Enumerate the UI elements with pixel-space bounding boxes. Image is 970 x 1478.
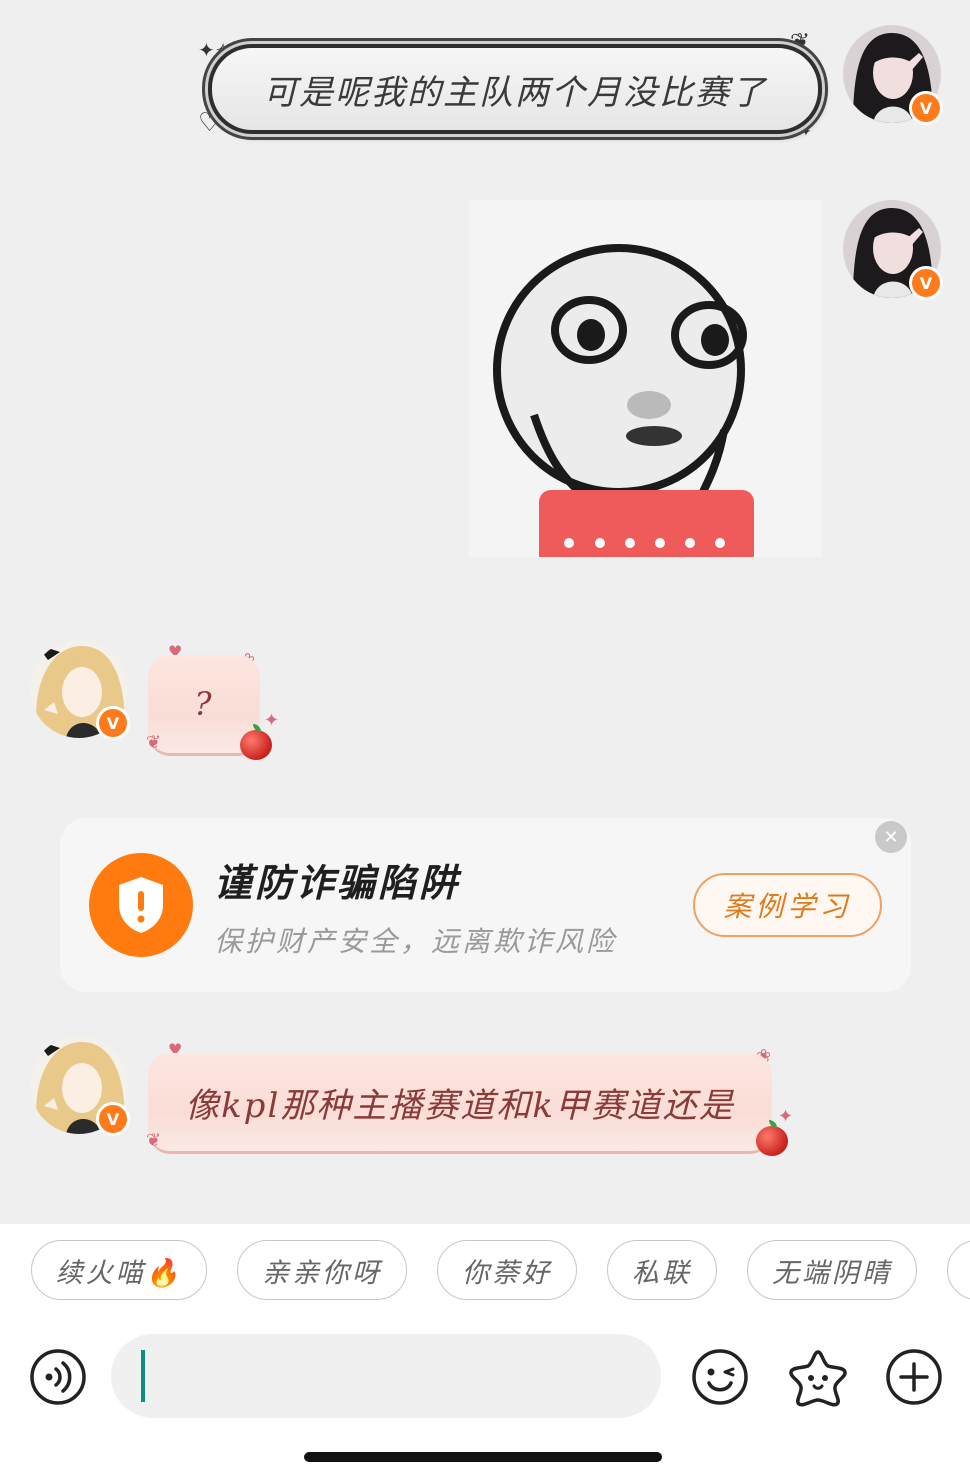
quick-reply-chip[interactable]: 亲亲你呀 [237, 1240, 407, 1300]
contact-avatar[interactable]: V [30, 1036, 130, 1136]
sticker-image[interactable] [469, 200, 822, 557]
close-icon[interactable]: ✕ [875, 821, 907, 853]
verified-badge: V [96, 1102, 130, 1136]
my-avatar[interactable]: V [843, 25, 943, 125]
verified-badge: V [909, 91, 943, 125]
quick-reply-chip[interactable]: 私联 [607, 1240, 717, 1300]
quick-reply-chip[interactable]: 无端阴晴 [747, 1240, 917, 1300]
text-caret [141, 1350, 145, 1402]
my-avatar[interactable]: V [843, 200, 943, 300]
apple-icon [756, 1120, 788, 1156]
quick-reply-bar: 续火喵🔥 亲亲你呀 你萘好 私联 无端阴晴 [0, 1240, 970, 1300]
outgoing-text-bubble[interactable]: 可是呢我的主队两个月没比赛了 [208, 44, 822, 134]
incoming-text-bubble[interactable]: 像kpl那种主播赛道和k甲赛道还是 [148, 1053, 772, 1151]
verified-badge: V [909, 266, 943, 300]
card-subtitle: 保护财产安全，远离欺诈风险 [214, 925, 618, 958]
bow-icon: ❦ [146, 1130, 162, 1151]
emoji-icon[interactable] [690, 1347, 750, 1407]
case-study-button[interactable]: 案例学习 [693, 873, 882, 937]
message-text: 像kpl那种主播赛道和k甲赛道还是 [185, 1085, 735, 1126]
message-text: ? [194, 685, 214, 723]
apple-icon [240, 724, 272, 760]
quick-reply-chip[interactable]: 你萘好 [437, 1240, 577, 1300]
message-text: 可是呢我的主队两个月没比赛了 [263, 72, 767, 113]
plus-icon[interactable] [884, 1347, 944, 1407]
quick-reply-chip-partial[interactable] [947, 1240, 970, 1300]
sparkle-icon: ✦ [264, 710, 280, 731]
sparkle-icon: ✦ [778, 1106, 794, 1127]
voice-icon[interactable] [28, 1347, 88, 1407]
bottom-panel: 续火喵🔥 亲亲你呀 你萘好 私联 无端阴晴 [0, 1224, 970, 1478]
input-bar [0, 1334, 970, 1420]
verified-badge: V [96, 706, 130, 740]
home-indicator[interactable] [304, 1452, 662, 1462]
bow-icon: ❦ [146, 732, 162, 753]
shield-alert-icon [89, 853, 193, 957]
card-title: 谨防诈骗陷阱 [214, 860, 461, 905]
contact-avatar[interactable]: V [30, 640, 130, 740]
cartoon-face-sticker [469, 200, 822, 557]
fraud-warning-card: 谨防诈骗陷阱 保护财产安全，远离欺诈风险 案例学习 ✕ [60, 818, 911, 992]
star-sticker-icon[interactable] [788, 1347, 848, 1407]
message-input[interactable] [111, 1334, 661, 1418]
quick-reply-chip[interactable]: 续火喵🔥 [31, 1240, 207, 1300]
